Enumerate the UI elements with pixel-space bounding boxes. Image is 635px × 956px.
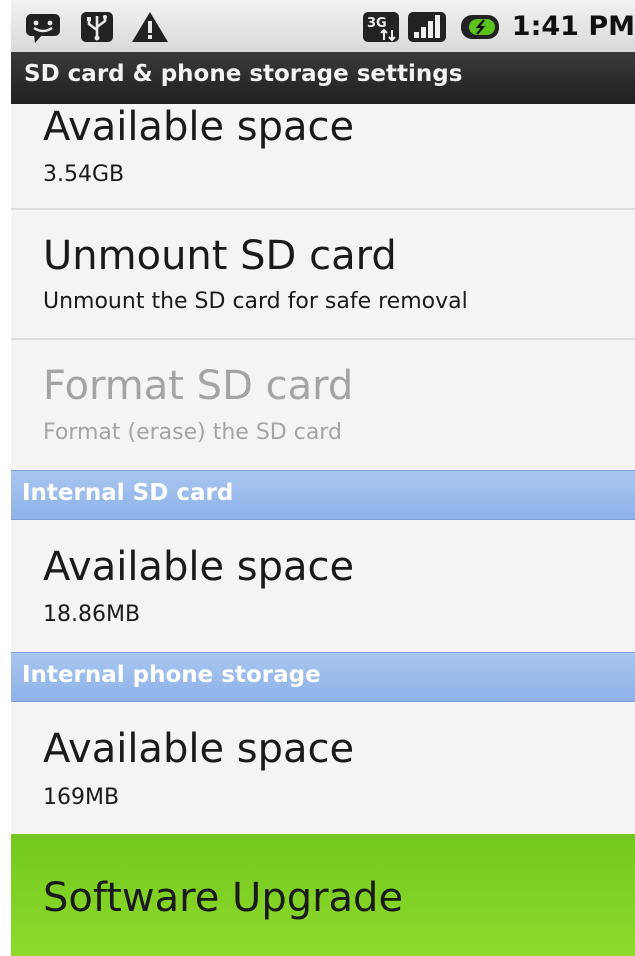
usb-icon: [81, 12, 113, 42]
format-sd-card-summary: Format (erase) the SD card: [43, 420, 342, 445]
category-internal-phone-storage: Internal phone storage: [11, 652, 635, 702]
battery-icon: [461, 15, 499, 39]
screen: 3G 1:41 PM SD card & phone storage setti…: [0, 0, 635, 956]
category-label: Internal SD card: [22, 480, 234, 506]
sd-available-space-item[interactable]: Available space 3.54GB: [11, 104, 635, 208]
sd-available-space-title: Available space: [43, 104, 355, 150]
unmount-sd-card-title: Unmount SD card: [43, 233, 397, 279]
internal-sd-available-space-value: 18.86MB: [43, 602, 141, 627]
format-sd-card-item: Format SD card Format (erase) the SD car…: [11, 340, 635, 470]
title-bar: SD card & phone storage settings: [11, 52, 635, 104]
page-title: SD card & phone storage settings: [24, 61, 463, 87]
status-bar: 3G 1:41 PM: [0, 0, 635, 52]
3g-data-icon: 3G: [363, 12, 399, 42]
signal-icon: [408, 12, 446, 42]
category-label: Internal phone storage: [22, 662, 321, 688]
status-time: 1:41 PM: [511, 11, 635, 42]
format-sd-card-title: Format SD card: [43, 363, 354, 409]
unmount-sd-card-item[interactable]: Unmount SD card Unmount the SD card for …: [11, 210, 635, 338]
phone-storage-available-space-item[interactable]: Available space 169MB: [11, 702, 635, 834]
phone-storage-available-space-title: Available space: [43, 726, 355, 772]
internal-sd-available-space-title: Available space: [43, 544, 355, 590]
unmount-sd-card-summary: Unmount the SD card for safe removal: [43, 289, 468, 314]
internal-sd-available-space-item[interactable]: Available space 18.86MB: [11, 520, 635, 652]
svg-text:3G: 3G: [367, 16, 387, 31]
phone-storage-available-space-value: 169MB: [43, 785, 120, 810]
category-internal-sd-card: Internal SD card: [11, 470, 635, 520]
screen-edge: [0, 0, 11, 956]
chat-notification-icon: [26, 14, 60, 43]
sd-available-space-value: 3.54GB: [43, 162, 125, 187]
software-upgrade-item[interactable]: Software Upgrade: [11, 834, 635, 956]
software-upgrade-label: Software Upgrade: [43, 875, 404, 921]
warning-icon: [132, 12, 168, 42]
